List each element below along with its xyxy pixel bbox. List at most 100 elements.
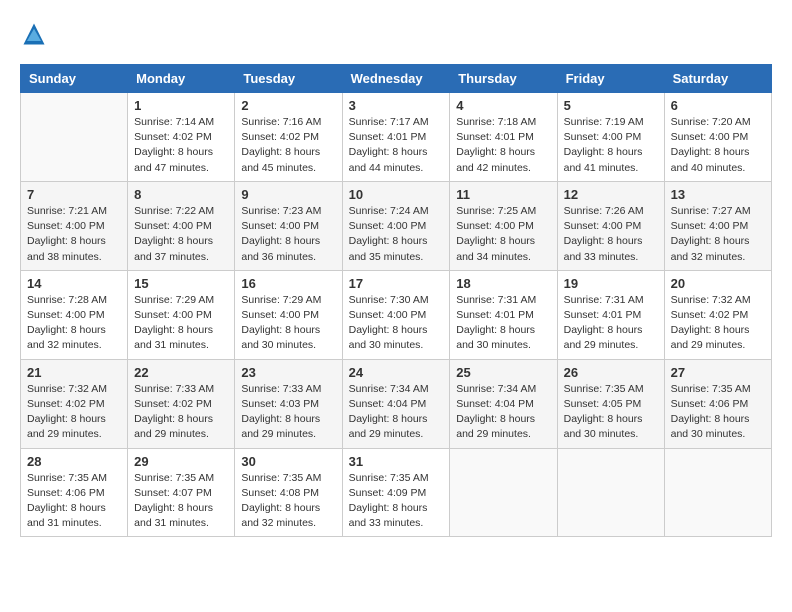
calendar-week-row: 14 Sunrise: 7:28 AMSunset: 4:00 PMDayligh… xyxy=(21,270,772,359)
day-info: Sunrise: 7:35 AMSunset: 4:09 PMDaylight:… xyxy=(349,471,444,532)
day-number: 27 xyxy=(671,365,765,380)
calendar-cell xyxy=(450,448,557,537)
day-info: Sunrise: 7:14 AMSunset: 4:02 PMDaylight:… xyxy=(134,115,228,176)
calendar-cell: 6 Sunrise: 7:20 AMSunset: 4:00 PMDaylight… xyxy=(664,93,771,182)
day-number: 10 xyxy=(349,187,444,202)
day-info: Sunrise: 7:22 AMSunset: 4:00 PMDaylight:… xyxy=(134,204,228,265)
calendar-cell: 13 Sunrise: 7:27 AMSunset: 4:00 PMDayligh… xyxy=(664,181,771,270)
day-info: Sunrise: 7:33 AMSunset: 4:02 PMDaylight:… xyxy=(134,382,228,443)
calendar-cell: 26 Sunrise: 7:35 AMSunset: 4:05 PMDayligh… xyxy=(557,359,664,448)
day-info: Sunrise: 7:35 AMSunset: 4:07 PMDaylight:… xyxy=(134,471,228,532)
day-number: 14 xyxy=(27,276,121,291)
calendar-cell: 27 Sunrise: 7:35 AMSunset: 4:06 PMDayligh… xyxy=(664,359,771,448)
day-number: 5 xyxy=(564,98,658,113)
day-info: Sunrise: 7:18 AMSunset: 4:01 PMDaylight:… xyxy=(456,115,550,176)
day-info: Sunrise: 7:25 AMSunset: 4:00 PMDaylight:… xyxy=(456,204,550,265)
day-info: Sunrise: 7:35 AMSunset: 4:05 PMDaylight:… xyxy=(564,382,658,443)
day-number: 31 xyxy=(349,454,444,469)
day-number: 8 xyxy=(134,187,228,202)
calendar-cell: 11Sunrise: 7:25 AMSunset: 4:00 PMDayligh… xyxy=(450,181,557,270)
day-number: 21 xyxy=(27,365,121,380)
day-number: 28 xyxy=(27,454,121,469)
calendar-cell: 8 Sunrise: 7:22 AMSunset: 4:00 PMDaylight… xyxy=(128,181,235,270)
calendar-cell: 14 Sunrise: 7:28 AMSunset: 4:00 PMDayligh… xyxy=(21,270,128,359)
day-info: Sunrise: 7:17 AMSunset: 4:01 PMDaylight:… xyxy=(349,115,444,176)
calendar-cell: 23 Sunrise: 7:33 AMSunset: 4:03 PMDayligh… xyxy=(235,359,342,448)
day-number: 15 xyxy=(134,276,228,291)
calendar-cell: 21 Sunrise: 7:32 AMSunset: 4:02 PMDayligh… xyxy=(21,359,128,448)
day-info: Sunrise: 7:16 AMSunset: 4:02 PMDaylight:… xyxy=(241,115,335,176)
day-number: 9 xyxy=(241,187,335,202)
day-info: Sunrise: 7:32 AMSunset: 4:02 PMDaylight:… xyxy=(671,293,765,354)
day-number: 25 xyxy=(456,365,550,380)
day-info: Sunrise: 7:29 AMSunset: 4:00 PMDaylight:… xyxy=(134,293,228,354)
calendar-cell: 20 Sunrise: 7:32 AMSunset: 4:02 PMDayligh… xyxy=(664,270,771,359)
column-header-saturday: Saturday xyxy=(664,65,771,93)
day-info: Sunrise: 7:28 AMSunset: 4:00 PMDaylight:… xyxy=(27,293,121,354)
calendar-cell: 1 Sunrise: 7:14 AMSunset: 4:02 PMDaylight… xyxy=(128,93,235,182)
page-header xyxy=(20,20,772,48)
calendar-cell: 31 Sunrise: 7:35 AMSunset: 4:09 PMDayligh… xyxy=(342,448,450,537)
day-number: 20 xyxy=(671,276,765,291)
calendar-cell: 9 Sunrise: 7:23 AMSunset: 4:00 PMDaylight… xyxy=(235,181,342,270)
day-number: 7 xyxy=(27,187,121,202)
calendar-cell xyxy=(557,448,664,537)
calendar-header-row: SundayMondayTuesdayWednesdayThursdayFrid… xyxy=(21,65,772,93)
column-header-wednesday: Wednesday xyxy=(342,65,450,93)
calendar-cell xyxy=(664,448,771,537)
day-number: 13 xyxy=(671,187,765,202)
day-number: 30 xyxy=(241,454,335,469)
day-number: 23 xyxy=(241,365,335,380)
calendar-cell: 16Sunrise: 7:29 AMSunset: 4:00 PMDayligh… xyxy=(235,270,342,359)
day-info: Sunrise: 7:35 AMSunset: 4:08 PMDaylight:… xyxy=(241,471,335,532)
calendar-cell: 12 Sunrise: 7:26 AMSunset: 4:00 PMDayligh… xyxy=(557,181,664,270)
column-header-thursday: Thursday xyxy=(450,65,557,93)
day-info: Sunrise: 7:34 AMSunset: 4:04 PMDaylight:… xyxy=(456,382,550,443)
day-info: Sunrise: 7:34 AMSunset: 4:04 PMDaylight:… xyxy=(349,382,444,443)
calendar-cell: 24 Sunrise: 7:34 AMSunset: 4:04 PMDayligh… xyxy=(342,359,450,448)
day-info: Sunrise: 7:20 AMSunset: 4:00 PMDaylight:… xyxy=(671,115,765,176)
calendar-week-row: 1 Sunrise: 7:14 AMSunset: 4:02 PMDaylight… xyxy=(21,93,772,182)
calendar-cell: 4Sunrise: 7:18 AMSunset: 4:01 PMDaylight… xyxy=(450,93,557,182)
calendar-cell: 10 Sunrise: 7:24 AMSunset: 4:00 PMDayligh… xyxy=(342,181,450,270)
day-number: 19 xyxy=(564,276,658,291)
calendar-cell: 28 Sunrise: 7:35 AMSunset: 4:06 PMDayligh… xyxy=(21,448,128,537)
calendar-cell: 7Sunrise: 7:21 AMSunset: 4:00 PMDaylight… xyxy=(21,181,128,270)
calendar-week-row: 21 Sunrise: 7:32 AMSunset: 4:02 PMDayligh… xyxy=(21,359,772,448)
day-info: Sunrise: 7:27 AMSunset: 4:00 PMDaylight:… xyxy=(671,204,765,265)
calendar-cell: 5Sunrise: 7:19 AMSunset: 4:00 PMDaylight… xyxy=(557,93,664,182)
calendar-cell xyxy=(21,93,128,182)
day-info: Sunrise: 7:23 AMSunset: 4:00 PMDaylight:… xyxy=(241,204,335,265)
day-number: 18 xyxy=(456,276,550,291)
day-info: Sunrise: 7:31 AMSunset: 4:01 PMDaylight:… xyxy=(564,293,658,354)
logo-icon xyxy=(20,20,48,48)
day-info: Sunrise: 7:35 AMSunset: 4:06 PMDaylight:… xyxy=(27,471,121,532)
day-info: Sunrise: 7:24 AMSunset: 4:00 PMDaylight:… xyxy=(349,204,444,265)
day-info: Sunrise: 7:29 AMSunset: 4:00 PMDaylight:… xyxy=(241,293,335,354)
calendar-cell: 2Sunrise: 7:16 AMSunset: 4:02 PMDaylight… xyxy=(235,93,342,182)
day-info: Sunrise: 7:35 AMSunset: 4:06 PMDaylight:… xyxy=(671,382,765,443)
day-info: Sunrise: 7:33 AMSunset: 4:03 PMDaylight:… xyxy=(241,382,335,443)
calendar-cell: 19 Sunrise: 7:31 AMSunset: 4:01 PMDayligh… xyxy=(557,270,664,359)
calendar-cell: 30 Sunrise: 7:35 AMSunset: 4:08 PMDayligh… xyxy=(235,448,342,537)
day-number: 24 xyxy=(349,365,444,380)
calendar-table: SundayMondayTuesdayWednesdayThursdayFrid… xyxy=(20,64,772,537)
day-number: 12 xyxy=(564,187,658,202)
logo xyxy=(20,20,52,48)
day-info: Sunrise: 7:26 AMSunset: 4:00 PMDaylight:… xyxy=(564,204,658,265)
column-header-monday: Monday xyxy=(128,65,235,93)
day-number: 26 xyxy=(564,365,658,380)
day-info: Sunrise: 7:32 AMSunset: 4:02 PMDaylight:… xyxy=(27,382,121,443)
column-header-sunday: Sunday xyxy=(21,65,128,93)
calendar-cell: 22Sunrise: 7:33 AMSunset: 4:02 PMDayligh… xyxy=(128,359,235,448)
calendar-week-row: 28 Sunrise: 7:35 AMSunset: 4:06 PMDayligh… xyxy=(21,448,772,537)
day-number: 6 xyxy=(671,98,765,113)
calendar-cell: 3 Sunrise: 7:17 AMSunset: 4:01 PMDaylight… xyxy=(342,93,450,182)
column-header-tuesday: Tuesday xyxy=(235,65,342,93)
day-number: 29 xyxy=(134,454,228,469)
day-info: Sunrise: 7:30 AMSunset: 4:00 PMDaylight:… xyxy=(349,293,444,354)
column-header-friday: Friday xyxy=(557,65,664,93)
day-number: 3 xyxy=(349,98,444,113)
calendar-cell: 17Sunrise: 7:30 AMSunset: 4:00 PMDayligh… xyxy=(342,270,450,359)
day-number: 1 xyxy=(134,98,228,113)
